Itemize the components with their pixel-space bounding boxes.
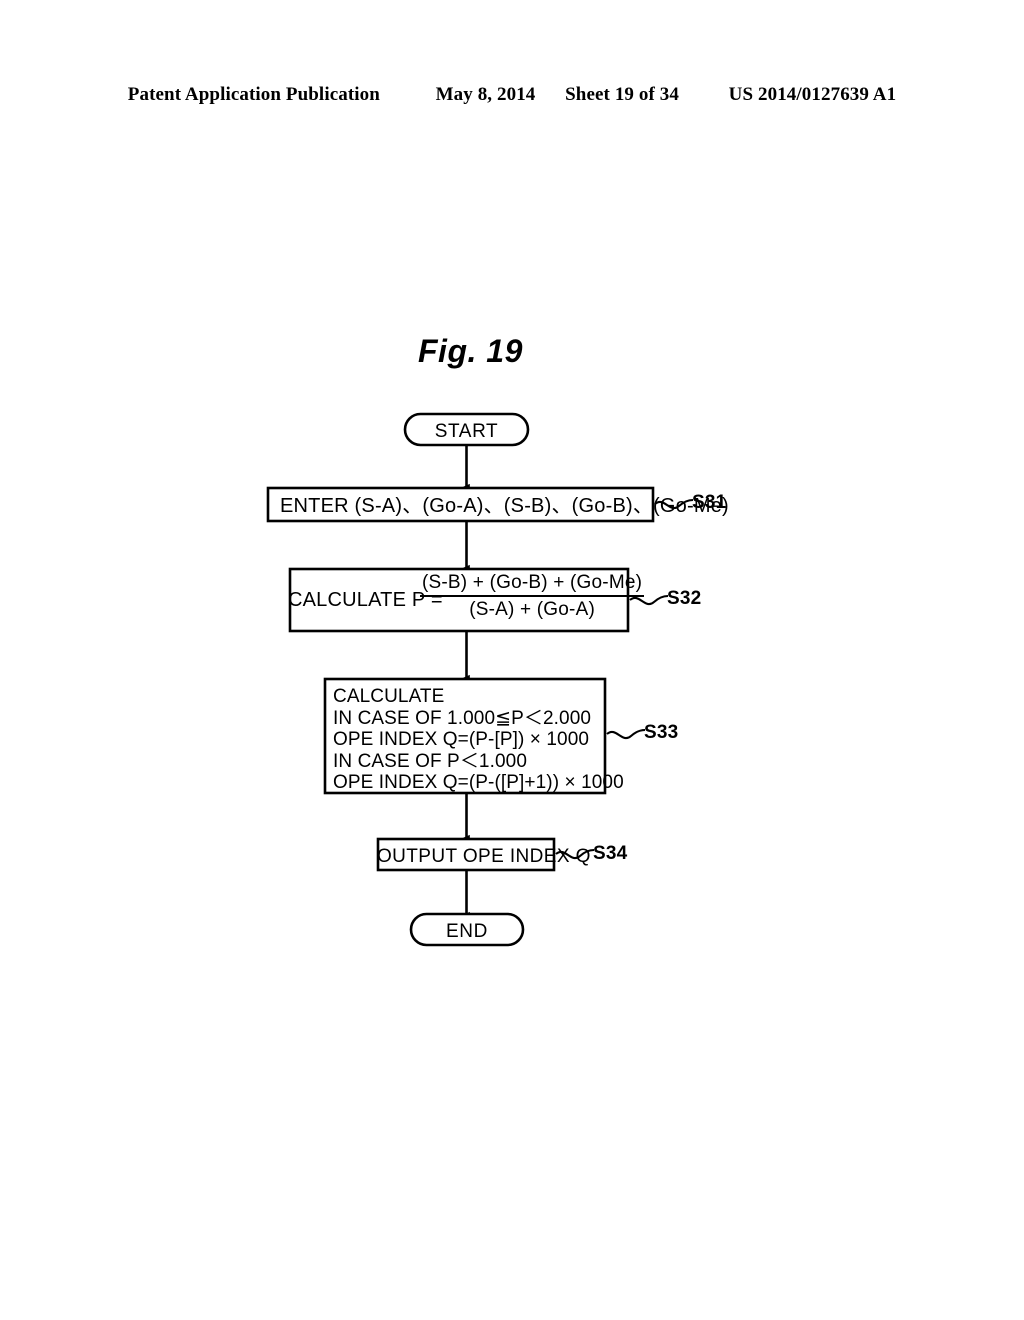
flowchart-diagram [266,412,694,947]
step-s34-tag: S34 [593,843,628,864]
figure-title: Fig. 19 [418,333,523,369]
step-s33-line-2: IN CASE OF 1.000≦P＜2.000 [333,707,592,729]
step-s33-line-1: CALCULATE [333,686,445,707]
step-s34-text: OUTPUT OPE INDEX Q [377,846,591,867]
step-s33-tag: S33 [644,722,679,743]
publication-date: May 8, 2014 [435,84,536,105]
step-s33-text: CALCULATE IN CASE OF 1.000≦P＜2.000 OPE I… [333,686,624,794]
step-s33-line-4: IN CASE OF P＜1.000 [333,750,527,772]
step-s31-tag: S31 [692,492,727,513]
patent-number: US 2014/0127639 A1 [728,84,897,105]
step-s32-tag: S32 [667,588,702,609]
patent-page-header: Patent Application Publication May 8, 20… [0,84,1024,106]
step-s32-denominator: (S-A) + (Go-A) [469,598,595,620]
step-s32-fraction: (S-B) + (Go-B) + (Go-Me) (S-A) + (Go-A) [420,572,645,621]
end-terminator-label: END [446,921,488,942]
step-s33-line-5: OPE INDEX Q=(P-([P]+1)) × 1000 [333,772,624,793]
sheet-number: Sheet 19 of 34 [565,84,679,105]
step-s31-text: ENTER (S-A)、(Go-A)、(S-B)、(Go-B)、(Go-Me) [280,495,729,517]
step-s33-line-3: OPE INDEX Q=(P-[P]) × 1000 [333,729,590,750]
step-s32-numerator: (S-B) + (Go-B) + (Go-Me) [420,572,645,597]
start-terminator-label: START [434,421,499,442]
publication-label: Patent Application Publication [127,84,380,105]
